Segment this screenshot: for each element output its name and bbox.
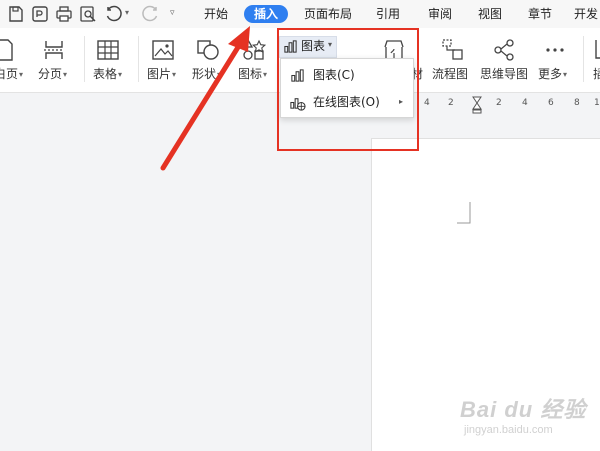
tab-references[interactable]: 引用 — [370, 5, 406, 23]
print-icon[interactable] — [54, 4, 74, 24]
menu-item-label: 在线图表(O) — [313, 95, 380, 109]
blank-page-button[interactable]: 白页▾ — [0, 65, 23, 82]
indent-marker-icon[interactable] — [472, 96, 482, 114]
icon-library-icon — [242, 38, 266, 60]
tab-insert[interactable]: 插入 — [244, 5, 288, 23]
tab-view[interactable]: 视图 — [472, 5, 508, 23]
chevron-right-icon: ▸ — [399, 97, 404, 106]
ribbon-divider — [138, 36, 139, 82]
ruler-tick: 8 — [574, 98, 580, 108]
icon-library-button[interactable]: 图标▾ — [238, 65, 267, 82]
tab-page-layout[interactable]: 页面布局 — [300, 5, 356, 23]
tab-review[interactable]: 审阅 — [422, 5, 458, 23]
ruler-tick: 6 — [548, 98, 554, 108]
table-icon — [97, 40, 119, 60]
title-bar: ▾ ▿ 开始 插入 页面布局 引用 审阅 视图 章节 开发 — [0, 0, 600, 28]
chevron-down-icon: ▾ — [328, 40, 333, 49]
save-icon[interactable] — [6, 4, 26, 24]
chart-icon — [291, 69, 304, 82]
export-pdf-icon[interactable] — [30, 4, 50, 24]
watermark-brand: Bai du 经验 — [460, 397, 587, 422]
tab-home[interactable]: 开始 — [198, 5, 234, 23]
ribbon-divider — [583, 36, 584, 82]
chart-button-label: 图表 — [301, 39, 326, 53]
ruler-tick: 4 — [522, 98, 528, 108]
customize-quick-access-icon[interactable]: ▿ — [170, 8, 175, 18]
watermark: Bai du 经验 jingyan.baidu.com — [460, 392, 586, 436]
watermark-url: jingyan.baidu.com — [464, 424, 553, 436]
menu-item-chart[interactable]: 图表(C) — [281, 62, 413, 88]
chart-button[interactable]: 图表 ▾ — [279, 36, 337, 58]
menu-item-label: 图表(C) — [313, 68, 355, 82]
mindmap-button[interactable]: 思维导图 — [480, 65, 528, 82]
shape-button[interactable]: 形状▾ — [192, 65, 221, 82]
shape-icon — [197, 40, 219, 60]
mindmap-icon — [494, 39, 514, 61]
redo-icon[interactable] — [140, 4, 160, 24]
tab-section[interactable]: 章节 — [522, 5, 558, 23]
more-icon — [546, 48, 564, 52]
online-chart-icon — [290, 98, 306, 111]
horizontal-ruler: 4 2 2 4 6 8 1 — [416, 96, 600, 114]
ruler-tick: 4 — [424, 98, 430, 108]
chart-dropdown-menu: 图表(C) 在线图表(O) ▸ — [280, 58, 414, 118]
picture-icon — [152, 40, 174, 60]
more-button[interactable]: 更多▾ — [538, 65, 567, 82]
flowchart-icon — [442, 39, 463, 60]
ruler-tick: 2 — [496, 98, 502, 108]
screenshot-button[interactable]: 插 — [593, 65, 600, 82]
ruler-tick: 2 — [448, 98, 454, 108]
picture-button[interactable]: 图片▾ — [147, 65, 176, 82]
table-button[interactable]: 表格▾ — [93, 65, 122, 82]
undo-icon[interactable] — [104, 4, 124, 24]
blank-page-icon — [0, 39, 13, 61]
ribbon-divider — [84, 36, 85, 82]
chart-icon — [284, 40, 297, 53]
flowchart-button[interactable]: 流程图 — [432, 65, 468, 82]
page-break-button[interactable]: 分页▾ — [38, 65, 67, 82]
menu-item-online-chart[interactable]: 在线图表(O) ▸ — [281, 89, 413, 115]
margin-corner-mark — [457, 202, 471, 224]
tab-developer[interactable]: 开发 — [574, 5, 600, 23]
print-preview-icon[interactable] — [78, 4, 98, 24]
page-break-icon — [44, 41, 64, 59]
ruler-tick: 1 — [594, 98, 600, 108]
screenshot-icon — [595, 40, 600, 59]
undo-dropdown-icon[interactable]: ▾ — [125, 8, 129, 17]
